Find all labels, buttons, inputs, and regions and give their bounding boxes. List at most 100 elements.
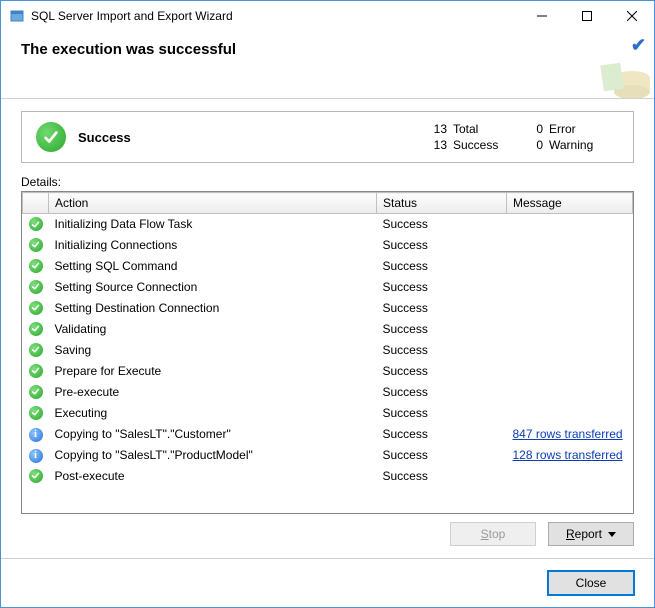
row-status: Success: [377, 214, 507, 235]
row-message: [507, 256, 633, 277]
table-row[interactable]: Setting Source ConnectionSuccess: [23, 277, 633, 298]
row-message: [507, 235, 633, 256]
col-message[interactable]: Message: [507, 193, 633, 214]
row-message: [507, 382, 633, 403]
row-status: Success: [377, 424, 507, 445]
row-status: Success: [377, 298, 507, 319]
row-action: Setting SQL Command: [49, 256, 377, 277]
summary-label: Success: [78, 130, 131, 145]
table-row[interactable]: ExecutingSuccess: [23, 403, 633, 424]
close-button-label: Close: [576, 576, 607, 590]
row-action: Validating: [49, 319, 377, 340]
row-message: [507, 466, 633, 487]
row-status: Success: [377, 277, 507, 298]
row-status: Success: [377, 445, 507, 466]
window-title: SQL Server Import and Export Wizard: [31, 9, 519, 23]
success-icon: [29, 364, 43, 378]
success-icon: [29, 322, 43, 336]
report-button-label: Report: [566, 527, 602, 541]
row-action: Copying to "SalesLT"."ProductModel": [49, 445, 377, 466]
row-action: Initializing Connections: [49, 235, 377, 256]
row-message: [507, 214, 633, 235]
col-status[interactable]: Status: [377, 193, 507, 214]
close-window-button[interactable]: [609, 1, 654, 31]
summary-box: Success 13 Total 0 Error 13 Success 0 Wa…: [21, 111, 634, 163]
table-row[interactable]: Pre-executeSuccess: [23, 382, 633, 403]
success-icon: [29, 280, 43, 294]
row-icon-cell: [23, 235, 49, 256]
wizard-header: The execution was successful ✔: [1, 31, 654, 99]
maximize-icon: [582, 11, 592, 21]
table-row[interactable]: Post-executeSuccess: [23, 466, 633, 487]
row-status: Success: [377, 466, 507, 487]
success-icon: [29, 301, 43, 315]
table-row[interactable]: SavingSuccess: [23, 340, 633, 361]
row-action: Setting Destination Connection: [49, 298, 377, 319]
row-icon-cell: [23, 466, 49, 487]
row-action: Saving: [49, 340, 377, 361]
row-action: Copying to "SalesLT"."Customer": [49, 424, 377, 445]
row-action: Executing: [49, 403, 377, 424]
row-action: Setting Source Connection: [49, 277, 377, 298]
message-link[interactable]: 128 rows transferred: [513, 448, 623, 462]
chevron-down-icon: [608, 532, 616, 537]
row-icon-cell: [23, 361, 49, 382]
table-row[interactable]: i Copying to "SalesLT"."Customer"Success 8…: [23, 424, 633, 445]
row-message: [507, 403, 633, 424]
row-status: Success: [377, 319, 507, 340]
stat-warning-n: 0: [523, 138, 549, 152]
stat-warning-label: Warning: [549, 138, 619, 152]
minimize-icon: [537, 11, 547, 21]
maximize-button[interactable]: [564, 1, 609, 31]
window-buttons: [519, 1, 654, 31]
row-message: 847 rows transferred: [507, 424, 633, 445]
row-icon-cell: [23, 214, 49, 235]
header-graphic: [598, 56, 654, 98]
minimize-button[interactable]: [519, 1, 564, 31]
row-message: [507, 298, 633, 319]
table-row[interactable]: Setting Destination ConnectionSuccess: [23, 298, 633, 319]
table-row[interactable]: i Copying to "SalesLT"."ProductModel"Succ…: [23, 445, 633, 466]
info-icon: i: [29, 449, 43, 463]
stat-total-n: 13: [427, 122, 453, 136]
action-buttons: Stop Report: [21, 514, 634, 550]
table-row[interactable]: Prepare for ExecuteSuccess: [23, 361, 633, 382]
close-icon: [627, 11, 637, 21]
titlebar: SQL Server Import and Export Wizard: [1, 1, 654, 31]
app-icon: [9, 8, 25, 24]
row-status: Success: [377, 340, 507, 361]
row-status: Success: [377, 235, 507, 256]
col-action[interactable]: Action: [49, 193, 377, 214]
stat-success-n: 13: [427, 138, 453, 152]
success-icon: [29, 238, 43, 252]
table-row[interactable]: Setting SQL CommandSuccess: [23, 256, 633, 277]
message-link[interactable]: 847 rows transferred: [513, 427, 623, 441]
wizard-body: Success 13 Total 0 Error 13 Success 0 Wa…: [1, 99, 654, 558]
wizard-window: SQL Server Import and Export Wizard The …: [0, 0, 655, 608]
table-row[interactable]: Initializing ConnectionsSuccess: [23, 235, 633, 256]
row-icon-cell: [23, 277, 49, 298]
stat-error-label: Error: [549, 122, 619, 136]
info-icon: i: [29, 428, 43, 442]
stat-error-n: 0: [523, 122, 549, 136]
row-icon-cell: [23, 382, 49, 403]
header-check-icon: ✔: [631, 35, 646, 56]
row-icon-cell: [23, 256, 49, 277]
col-icon[interactable]: [23, 193, 49, 214]
table-row[interactable]: ValidatingSuccess: [23, 319, 633, 340]
wizard-footer: Close: [1, 558, 654, 607]
row-status: Success: [377, 382, 507, 403]
table-row[interactable]: Initializing Data Flow TaskSuccess: [23, 214, 633, 235]
success-icon: [29, 259, 43, 273]
row-icon-cell: i: [23, 424, 49, 445]
row-action: Initializing Data Flow Task: [49, 214, 377, 235]
row-message: 128 rows transferred: [507, 445, 633, 466]
close-button[interactable]: Close: [548, 571, 634, 595]
report-button[interactable]: Report: [548, 522, 634, 546]
row-status: Success: [377, 256, 507, 277]
stop-button-label: Stop: [481, 527, 506, 541]
stat-success-label: Success: [453, 138, 523, 152]
details-table-wrap: Action Status Message Initializing Data …: [21, 191, 634, 514]
row-icon-cell: [23, 403, 49, 424]
success-icon: [29, 217, 43, 231]
